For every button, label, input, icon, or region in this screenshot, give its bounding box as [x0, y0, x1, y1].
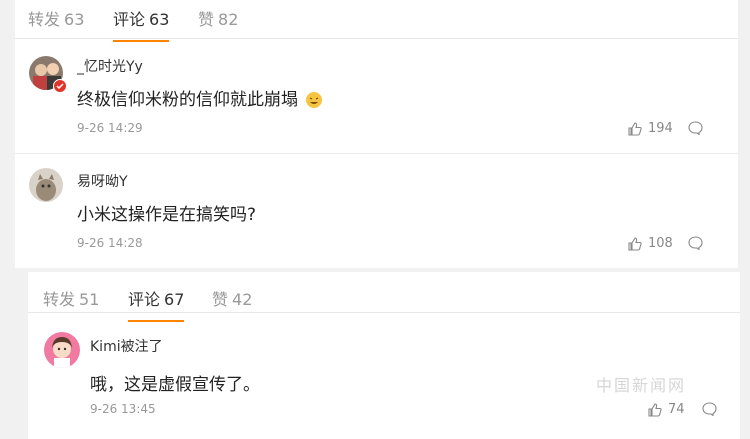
- comment-text: 终极信仰米粉的信仰就此崩塌: [77, 90, 298, 110]
- tab-label: 评论: [113, 10, 146, 29]
- comment-item: 易呀呦Y 小米这操作是在搞笑吗? 9-26 14:28 108: [15, 154, 738, 268]
- tab-count: 51: [79, 290, 100, 309]
- tab-likes[interactable]: 赞 82: [198, 6, 238, 30]
- tab-count: 63: [64, 10, 85, 29]
- comment-username[interactable]: Kimi被注了: [90, 336, 163, 356]
- tab-count: 63: [149, 10, 170, 29]
- avatar[interactable]: [44, 332, 80, 368]
- tab-count: 42: [232, 290, 253, 309]
- thumbs-up-icon: [648, 402, 662, 417]
- reply-bubble-icon[interactable]: [688, 236, 703, 250]
- comment-time: 9-26 14:28: [77, 236, 143, 250]
- comment-username[interactable]: _忆时光Yy: [77, 56, 143, 76]
- like-count: 74: [668, 402, 685, 417]
- tab-repost[interactable]: 转发 51: [43, 286, 99, 310]
- tab-comments[interactable]: 评论 63: [113, 6, 170, 42]
- avatar[interactable]: [29, 168, 63, 202]
- tab-bar: 转发 63 评论 63 赞 82: [15, 0, 738, 42]
- comment-item: _忆时光Yy 终极信仰米粉的信仰就此崩塌 9-26 14:29 194: [15, 39, 738, 154]
- like-button[interactable]: 74: [648, 402, 685, 417]
- like-button[interactable]: 194: [628, 121, 673, 136]
- tab-label: 评论: [128, 290, 161, 309]
- laugh-emoji-icon: [306, 92, 323, 108]
- tab-count: 82: [218, 10, 239, 29]
- comment-text: 小米这操作是在搞笑吗?: [77, 205, 257, 225]
- thumbs-up-icon: [628, 236, 642, 251]
- verified-badge-icon: [53, 79, 67, 93]
- like-count: 194: [648, 121, 673, 136]
- comment-time: 9-26 14:29: [77, 121, 143, 135]
- tab-repost[interactable]: 转发 63: [28, 6, 84, 30]
- comment-text-row: 终极信仰米粉的信仰就此崩塌: [77, 85, 323, 110]
- reply-bubble-icon[interactable]: [702, 402, 717, 416]
- thumbs-up-icon: [628, 121, 642, 136]
- tab-comments[interactable]: 评论 67: [128, 286, 185, 322]
- comment-panel-2: 转发 51 评论 67 赞 42 Kimi被注了 哦，这是虚假宣传了。 9-26 13…: [28, 272, 740, 439]
- like-count: 108: [648, 236, 673, 251]
- comment-time: 9-26 13:45: [90, 402, 156, 416]
- tab-label: 赞: [198, 10, 215, 29]
- watermark: 中国新闻网: [596, 376, 687, 395]
- tab-label: 转发: [43, 290, 76, 309]
- like-button[interactable]: 108: [628, 236, 673, 251]
- tab-label: 转发: [28, 10, 61, 29]
- tab-bar: 转发 51 评论 67 赞 42: [28, 272, 740, 322]
- tab-likes[interactable]: 赞 42: [212, 286, 252, 310]
- comment-text: 哦，这是虚假宣传了。: [90, 375, 260, 395]
- reply-bubble-icon[interactable]: [688, 121, 703, 135]
- tab-count: 67: [164, 290, 185, 309]
- comment-username[interactable]: 易呀呦Y: [77, 171, 128, 191]
- comment-panel-1: 转发 63 评论 63 赞 82 _忆时光Yy 终极信仰米粉的信仰就此崩塌 9-…: [15, 0, 738, 268]
- tab-label: 赞: [212, 290, 229, 309]
